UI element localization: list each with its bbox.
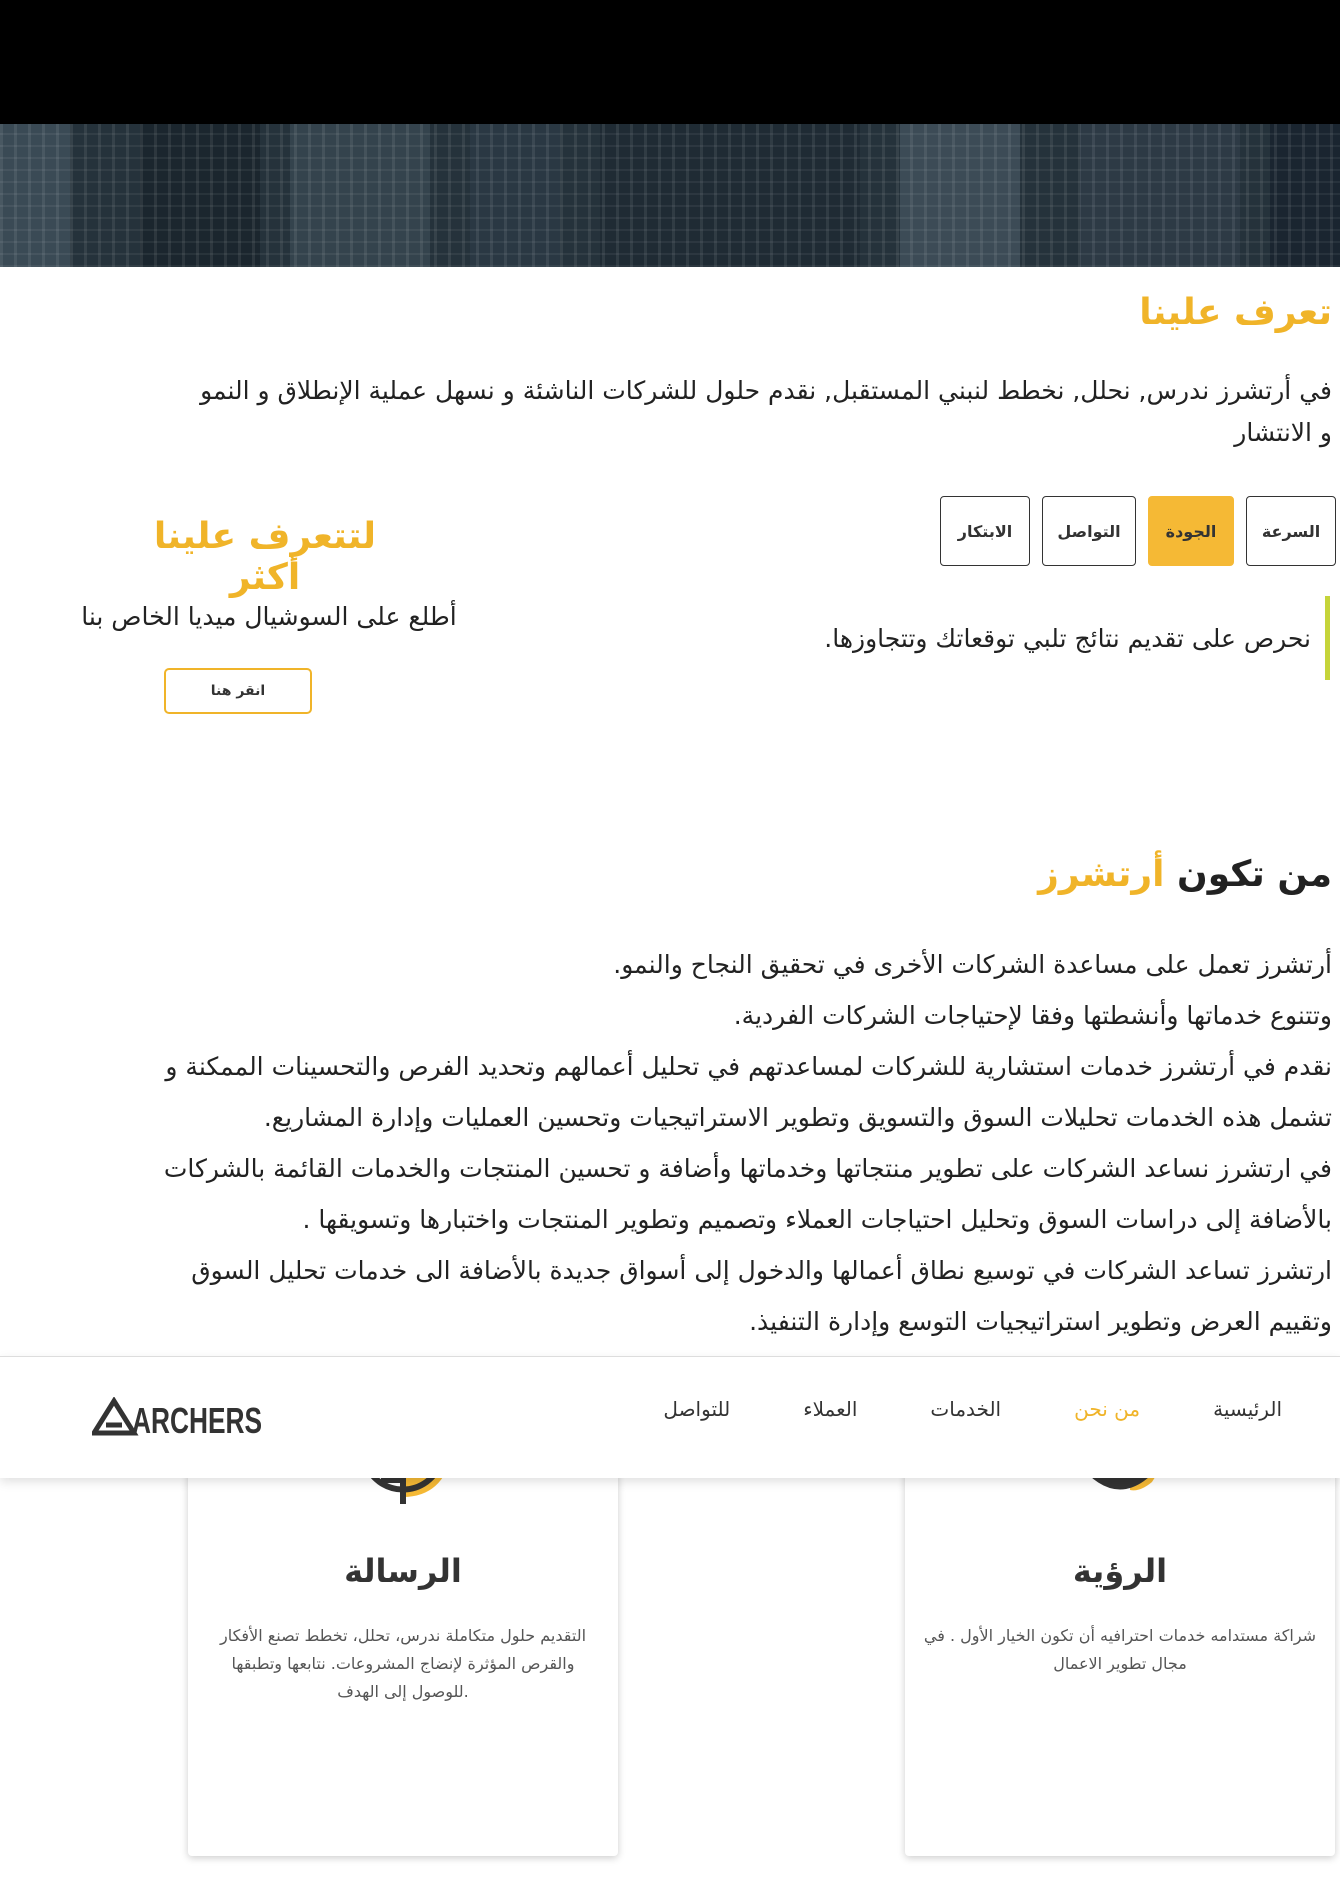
about-text: في أرتشرز ندرس, نحلل, نخطط لنبني المستقب…: [200, 376, 1332, 447]
nav-menu: الرئيسية من نحن الخدمات العملاء للتواصل: [663, 1397, 1282, 1421]
who-are-we-text: أرتشرز تعمل على مساعدة الشركات الأخرى في…: [82, 939, 1332, 1347]
learn-more-subtitle: أطلع على السوشيال ميديا الخاص بنا: [81, 602, 457, 631]
who-line: وتتنوع خدماتها وأنشطتها وفقا لإحتياجات ا…: [733, 1001, 1332, 1030]
tab-quality[interactable]: الجودة: [1148, 496, 1234, 566]
who-are-we-title: من تكون أرتشرز: [1038, 854, 1332, 895]
tab-content-text: نحرص على تقديم نتائج تلبي توقعاتك وتتجاو…: [770, 596, 1330, 680]
archers-logo-graphic: ARCHERS: [89, 1396, 262, 1441]
who-line: بالأضافة إلى دراسات السوق وتحليل احتياجا…: [302, 1205, 1332, 1234]
hero-city-image: [0, 124, 1340, 267]
top-black-band: [0, 0, 1340, 124]
tab-speed[interactable]: السرعة: [1246, 496, 1336, 566]
who-title-brand: أرتشرز: [1038, 854, 1165, 895]
nav-about[interactable]: من نحن: [1074, 1397, 1140, 1421]
who-line: ارتشرز تساعد الشركات في توسيع نطاق أعمال…: [191, 1256, 1332, 1285]
about-title: تعرف علينا: [1139, 292, 1332, 333]
vision-card: الرؤية شراكة مستدامه خدمات احترافيه أن ت…: [905, 1452, 1335, 1856]
who-line: في ارتشرز نساعد الشركات على تطوير منتجات…: [163, 1154, 1332, 1183]
mission-card: الرسالة التقديم حلول متكاملة ندرس، تحلل،…: [188, 1452, 618, 1856]
who-line: وتقييم العرض وتطوير استراتيجيات التوسع و…: [749, 1307, 1332, 1336]
nav-home[interactable]: الرئيسية: [1213, 1397, 1282, 1421]
mission-text: التقديم حلول متكاملة ندرس، تحلل، تخطط تص…: [219, 1626, 587, 1701]
tab-innovation[interactable]: الابتكار: [940, 496, 1030, 566]
nav-services[interactable]: الخدمات: [930, 1397, 1001, 1421]
learn-more-title: لتتعرف علينا أكثر: [153, 516, 377, 598]
vision-title: الرؤية: [1072, 1552, 1168, 1590]
values-tabs: السرعة الجودة التواصل الابتكار: [916, 496, 1336, 568]
who-line: أرتشرز تعمل على مساعدة الشركات الأخرى في…: [613, 950, 1332, 979]
archers-logo[interactable]: ARCHERS: [89, 1396, 272, 1441]
tab-communication[interactable]: التواصل: [1042, 496, 1136, 566]
who-title-prefix: من تكون: [1177, 854, 1332, 895]
click-here-button[interactable]: انقر هنا: [164, 668, 312, 714]
mission-title: الرسالة: [344, 1552, 462, 1590]
main-navbar: ARCHERS الرئيسية من نحن الخدمات العملاء …: [0, 1356, 1340, 1478]
who-line: تشمل هذه الخدمات تحليلات السوق والتسويق …: [263, 1103, 1332, 1132]
who-line: نقدم في أرتشرز خدمات استشارية للشركات لم…: [165, 1052, 1332, 1081]
nav-clients[interactable]: العملاء: [803, 1397, 857, 1421]
nav-contact[interactable]: للتواصل: [663, 1397, 730, 1421]
vision-text: شراكة مستدامه خدمات احترافيه أن تكون الخ…: [923, 1626, 1317, 1673]
logo-text: ARCHERS: [132, 1400, 262, 1437]
